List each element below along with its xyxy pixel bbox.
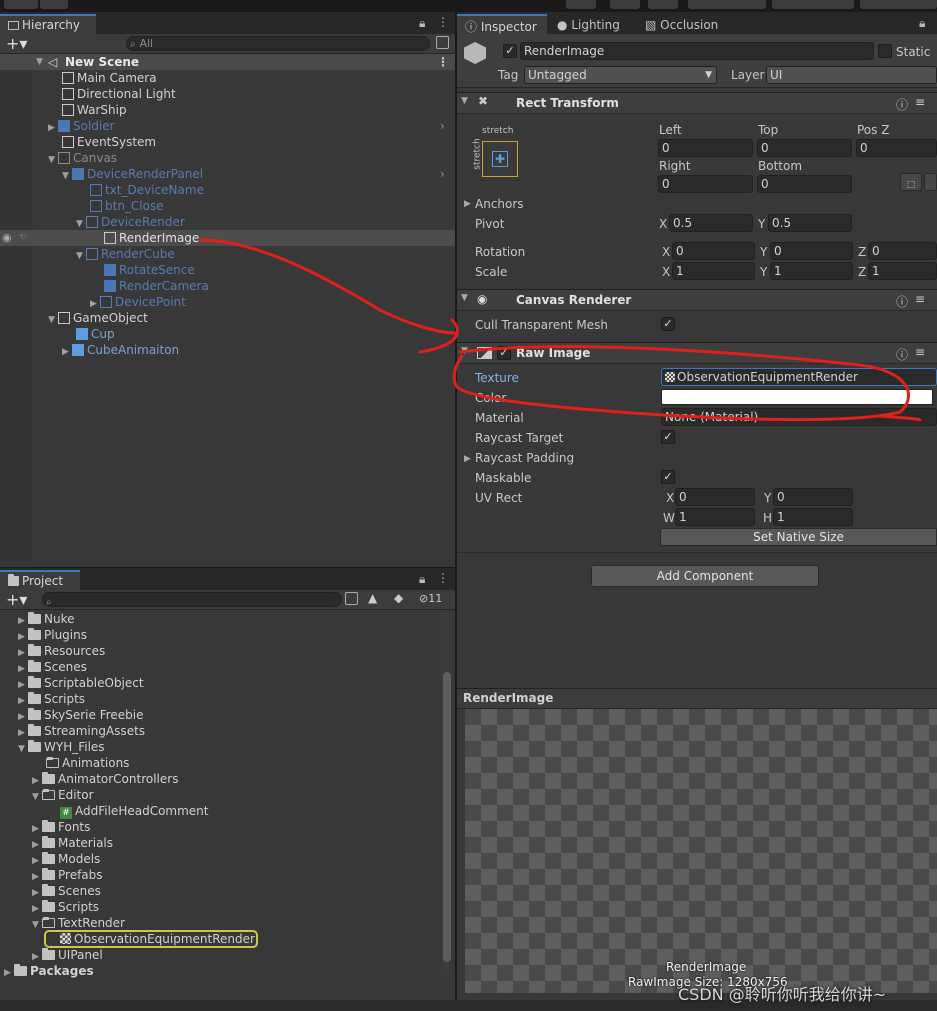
annotation-tail-stroke — [878, 414, 922, 422]
annotation-overlay — [198, 238, 922, 422]
annotation-circle-stroke — [452, 345, 910, 422]
annotation-arrow-stroke — [198, 238, 457, 335]
annotation-bracket-stroke — [418, 318, 459, 354]
